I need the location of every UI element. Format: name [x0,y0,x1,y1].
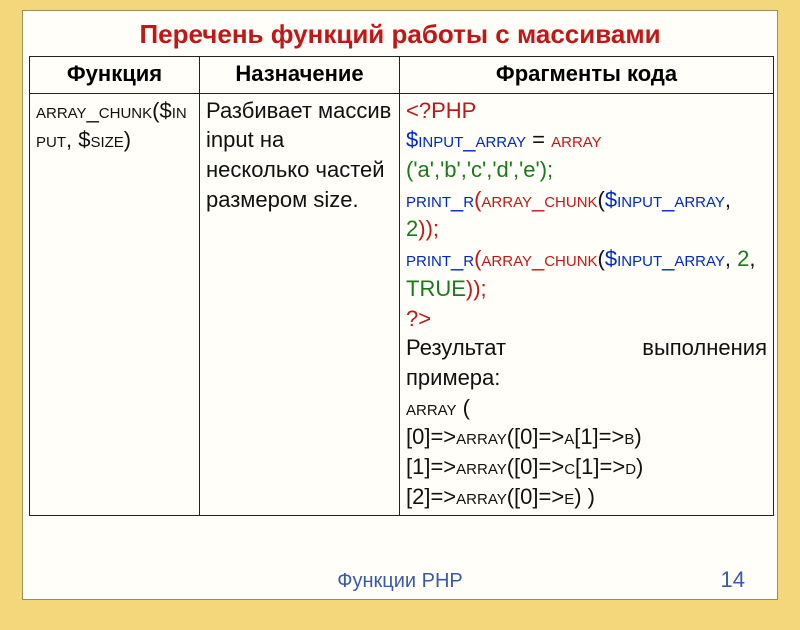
array-keyword: ARRAY [551,127,602,152]
arg-true: TRUE [406,276,466,301]
slide-title: Перечень функций работы с массивами [23,11,777,56]
code-line-2: $INPUT_ARRAY = ARRAY [406,125,767,155]
table-header-row: Функция Назначение Фрагменты кода [30,57,774,94]
header-purpose: Назначение [200,57,400,94]
arg-size-1: 2 [406,216,418,241]
comma-1: , [725,187,731,212]
array-open-word: Array ( [406,395,470,420]
table-row: array_chunk($input, $size) Разбивает мас… [30,93,774,516]
page-number: 14 [721,567,745,593]
functions-table: Функция Назначение Фрагменты кода array_… [29,56,774,516]
header-code: Фрагменты кода [400,57,774,94]
php-close-tag: ?> [406,306,431,331]
result-word-1: Результат [406,333,506,363]
result-array-open: Array ( [406,393,767,423]
array-literal: ('a','b','c','d','e'); [406,157,553,182]
cell-code: <?PHP $INPUT_ARRAY = ARRAY ('a','b','c',… [400,93,774,516]
print-r-call-2: PRINT_R [406,246,474,271]
assign-op: = [526,127,551,152]
result-line-2: [1]=>Array([0]=>c[1]=>d) [406,452,767,482]
function-signature: array_chunk($input, $size) [36,98,187,153]
arg-input-1: $INPUT_ARRAY [605,187,725,212]
paren-open-1b: ( [598,187,605,212]
result-label-line1: Результат выполнения [406,333,767,363]
header-function: Функция [30,57,200,94]
code-line-4: PRINT_R(ARRAY_CHUNK($INPUT_ARRAY, 2)); [406,185,767,244]
close-2: )); [466,276,487,301]
array-chunk-call-2: ARRAY_CHUNK [481,246,597,271]
result-line-3: [2]=>Array([0]=>e) ) [406,482,767,512]
result-word-2: выполнения [642,333,767,363]
close-1: )); [418,216,439,241]
print-r-call-1: PRINT_R [406,187,474,212]
cell-description: Разбивает массив input на несколько част… [200,93,400,516]
footer-caption: Функции PHP [23,570,777,593]
code-line-5: PRINT_R(ARRAY_CHUNK($INPUT_ARRAY, 2, TRU… [406,244,767,303]
result-label-line2: примера: [406,363,767,393]
arg-input-2: $INPUT_ARRAY [605,246,725,271]
result-line-1: [0]=>Array([0]=>a[1]=>b) [406,422,767,452]
comma-2b: , [749,246,755,271]
code-line-6: ?> [406,304,767,334]
comma-2a: , [725,246,737,271]
var-input-array: $INPUT_ARRAY [406,127,526,152]
array-chunk-call-1: ARRAY_CHUNK [481,187,597,212]
cell-function: array_chunk($input, $size) [30,93,200,516]
slide-container: Перечень функций работы с массивами Функ… [22,10,778,600]
php-open-tag: <?PHP [406,98,476,123]
arg-size-2: 2 [737,246,749,271]
code-line-1: <?PHP [406,96,767,126]
code-line-3: ('a','b','c','d','e'); [406,155,767,185]
paren-open-2b: ( [598,246,605,271]
